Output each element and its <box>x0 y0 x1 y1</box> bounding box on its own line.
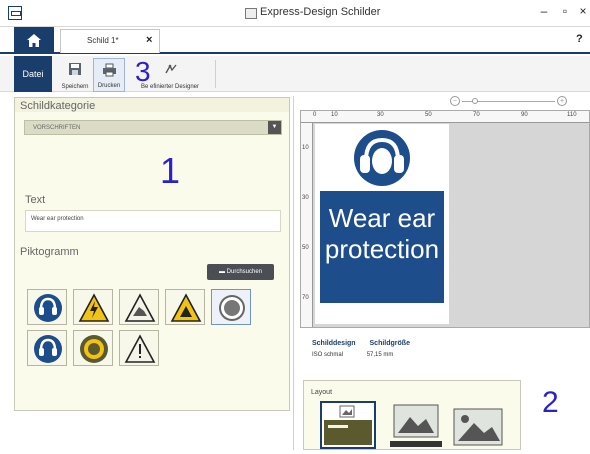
sign-size-label: Schildgröße <box>369 340 410 347</box>
ruler-top: 0 10 30 50 70 90 110 <box>301 111 589 123</box>
ruler-tick: 10 <box>331 112 338 118</box>
ear-protection-icon <box>34 294 62 322</box>
sign-info-values: ISO schmal 57,15 mm <box>312 352 393 358</box>
eye-protection-icon <box>80 335 108 363</box>
zoom-slider[interactable]: − + <box>450 96 568 108</box>
ribbon: Datei Speichern Drucken Be efinierter De… <box>0 56 590 92</box>
pictogram-ear-protection-selected[interactable] <box>211 289 251 325</box>
ruler-tick: 70 <box>473 112 480 118</box>
layout-panel: Layout <box>303 380 521 450</box>
sign-text-line: Wear ear <box>328 203 436 233</box>
pictogram-hazard-warning[interactable] <box>165 289 205 325</box>
ruler-tick: 0 <box>313 112 317 118</box>
layout-label: Layout <box>311 389 333 396</box>
category-heading: Schildkategorie <box>20 100 96 112</box>
browse-label: Durchsuchen <box>226 269 263 275</box>
printer-icon <box>103 63 116 77</box>
callout-3: 3 <box>135 56 151 87</box>
title-bar: Express-Design Schilder – ▫ × <box>0 0 590 27</box>
sign-design-value: ISO schmal <box>312 352 344 358</box>
hand-crush-warning-icon <box>124 293 156 322</box>
save-button[interactable]: Speichern <box>58 58 92 92</box>
left-panel: Schildkategorie VORSCHRIFTEN ▼ 1 Text We… <box>14 97 290 411</box>
ruler-tick: 50 <box>302 245 309 251</box>
designer-icon <box>165 64 177 74</box>
ruler-tick: 30 <box>302 195 309 201</box>
callout-1: 1 <box>160 150 181 191</box>
app-icon[interactable] <box>8 6 22 20</box>
general-warning-icon <box>124 334 156 363</box>
pictogram-ear-protection-2[interactable] <box>27 330 67 366</box>
sign-design-label: Schilddesign <box>312 340 356 347</box>
ruler-tick: 50 <box>425 112 432 118</box>
layout-option-1[interactable] <box>320 401 376 449</box>
zoom-out-icon[interactable]: − <box>450 96 460 106</box>
print-label: Drucken <box>97 83 121 89</box>
maximize-button[interactable]: ▫ <box>558 4 572 18</box>
layout-option-3[interactable] <box>450 401 506 449</box>
sign-text: Wear ear protection <box>320 203 444 265</box>
ear-protection-icon <box>219 295 245 321</box>
layout-image-top-icon <box>324 405 372 445</box>
save-icon <box>69 63 81 75</box>
browse-button[interactable]: ▬ Durchsuchen <box>207 264 274 280</box>
home-icon <box>27 34 41 47</box>
print-button[interactable]: Drucken <box>93 58 125 92</box>
close-window-button[interactable]: × <box>576 4 590 18</box>
ruler-tick: 110 <box>567 112 577 118</box>
ruler-tick: 10 <box>302 145 309 151</box>
layout-image-full-icon <box>453 408 503 446</box>
pictogram-hand-crush-warning[interactable] <box>119 289 159 325</box>
minimize-button[interactable]: – <box>537 4 551 18</box>
file-button[interactable]: Datei <box>14 56 52 92</box>
category-value: VORSCHRIFTEN <box>33 125 81 131</box>
folder-icon: ▬ <box>218 269 227 275</box>
ear-protection-icon <box>34 335 62 363</box>
electric-warning-icon <box>78 293 110 322</box>
pictogram-heading: Piktogramm <box>20 246 79 258</box>
pictogram-ear-protection[interactable] <box>27 289 67 325</box>
save-label: Speichern <box>61 84 89 90</box>
app-title-icon <box>245 8 257 19</box>
sign-text-input[interactable]: Wear ear protection <box>25 210 281 232</box>
sign-preview[interactable]: Wear ear protection <box>315 124 449 324</box>
home-button[interactable] <box>14 27 54 54</box>
tab-row: Schild 1* × ? <box>0 27 590 54</box>
document-tab[interactable]: Schild 1* × <box>60 29 160 53</box>
zoom-in-icon[interactable]: + <box>557 96 567 106</box>
callout-2: 2 <box>542 386 559 419</box>
zoom-thumb[interactable] <box>472 98 478 104</box>
pictogram-eye-protection[interactable] <box>73 330 113 366</box>
layout-option-2[interactable] <box>388 401 444 449</box>
ruler-tick: 30 <box>377 112 384 118</box>
text-heading: Text <box>25 194 46 206</box>
category-select[interactable]: VORSCHRIFTEN ▼ <box>24 120 282 135</box>
ribbon-separator <box>215 60 216 88</box>
sign-text-band: Wear ear protection <box>320 191 444 303</box>
ruler-tick: 70 <box>302 295 309 301</box>
document-tab-label: Schild 1* <box>87 36 119 45</box>
ruler-left: 10 30 50 70 <box>301 123 313 327</box>
ruler-tick: 90 <box>521 112 528 118</box>
ear-protection-icon <box>354 130 410 186</box>
sign-text-line: protection <box>324 234 440 264</box>
layout-image-center-icon <box>390 404 442 447</box>
pictogram-electric-warning[interactable] <box>73 289 113 325</box>
design-canvas[interactable]: 0 10 30 50 70 90 110 10 30 50 70 Wear ea… <box>300 110 590 328</box>
hazard-warning-icon <box>170 293 202 322</box>
window-title: Express-Design Schilder <box>260 6 381 18</box>
panel-divider <box>293 96 294 450</box>
dropdown-arrow-icon[interactable]: ▼ <box>268 121 281 134</box>
close-tab-icon[interactable]: × <box>146 34 152 46</box>
pictogram-general-warning[interactable] <box>119 330 159 366</box>
sign-info-labels: Schilddesign Schildgröße <box>312 340 410 347</box>
sign-size-value: 57,15 mm <box>366 352 394 358</box>
help-button[interactable]: ? <box>576 33 583 45</box>
